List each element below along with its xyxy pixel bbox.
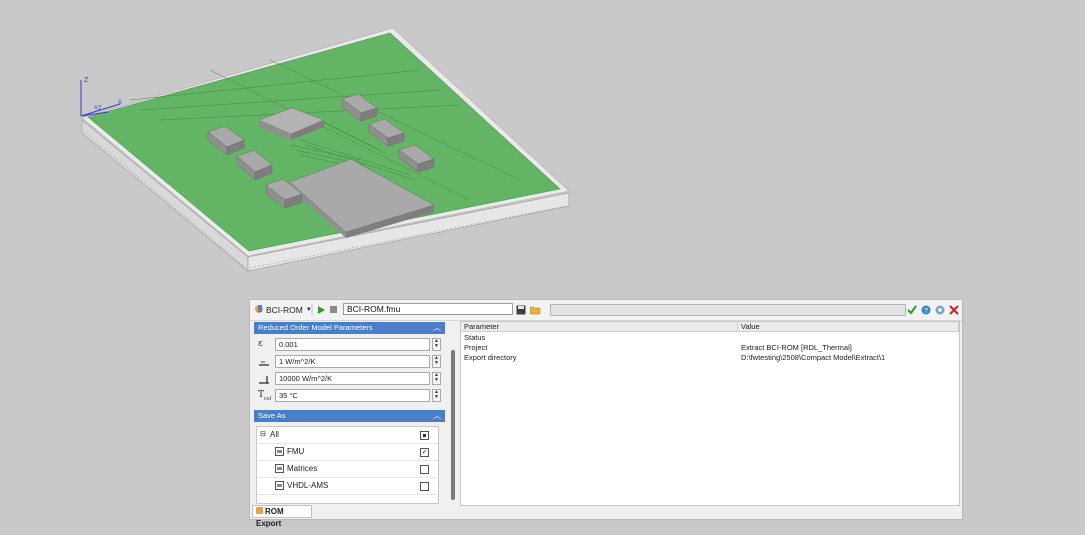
- htc-side-input[interactable]: 10000 W/m^2/K: [275, 372, 430, 385]
- column-header-value[interactable]: Value: [738, 322, 959, 332]
- table-cell-parameter: Export directory: [464, 353, 517, 362]
- toolbar-separator: [311, 303, 313, 317]
- htc-top-stepper[interactable]: ▲ ▼: [432, 355, 441, 368]
- tref-subscript: ref: [264, 395, 272, 402]
- file-icon: [275, 481, 284, 492]
- param-row-tref: Tref 35 °C ▲ ▼: [254, 389, 442, 403]
- tree-item-label: FMU: [287, 447, 305, 456]
- param-row-htc-side: 10000 W/m^2/K ▲ ▼: [254, 372, 442, 386]
- rom-template-dropdown[interactable]: BCI-ROM ▼: [254, 303, 312, 317]
- axis-x-label: X: [118, 100, 122, 106]
- tree-item-matrices[interactable]: Matrices: [257, 461, 438, 478]
- export-info-table: Parameter Value Status Project Extract B…: [460, 321, 960, 506]
- table-cell-parameter: Project: [464, 343, 488, 352]
- tree-item-fmu[interactable]: FMU ✓: [257, 444, 438, 461]
- rom-icon: [256, 507, 263, 514]
- parameters-pane: Reduced Order Model Parameters ︿ ε 0.001…: [254, 322, 455, 506]
- save-as-header[interactable]: Save As ︿: [254, 410, 445, 422]
- collapse-icon[interactable]: ︿: [433, 322, 441, 334]
- stop-icon[interactable]: [330, 303, 338, 317]
- rom-toolbar: BCI-ROM ▼ ?: [250, 300, 962, 321]
- tref-stepper[interactable]: ▲ ▼: [432, 389, 441, 402]
- epsilon-icon: ε: [258, 339, 263, 349]
- column-header-parameter[interactable]: Parameter: [461, 322, 738, 332]
- rom-parameters-title: Reduced Order Model Parameters: [258, 323, 373, 332]
- htc-top-input[interactable]: 1 W/m^2/K: [275, 355, 430, 368]
- tab-rom-export[interactable]: ROM Export: [252, 505, 312, 528]
- axis-z-label: Z: [84, 77, 89, 84]
- checkbox-all[interactable]: [420, 431, 429, 440]
- help-icon[interactable]: ?: [921, 303, 931, 317]
- table-cell-value: [738, 333, 959, 343]
- param-row-htc-top: 1 W/m^2/K ▲ ▼: [254, 355, 442, 369]
- tree-item-label: VHDL-AMS: [287, 481, 329, 490]
- folder-open-icon[interactable]: [530, 303, 541, 317]
- heat-transfer-top-icon: [258, 356, 272, 368]
- tree-item-label: All: [270, 430, 279, 439]
- table-cell-value: Extract BCI-ROM [RDL_Thermal]: [741, 343, 852, 352]
- param-row-epsilon: ε 0.001 ▲ ▼: [254, 338, 442, 352]
- checkbox-fmu[interactable]: ✓: [420, 448, 429, 457]
- tree-item-vhdl-ams[interactable]: VHDL-AMS: [257, 478, 438, 495]
- checkmark-icon[interactable]: [907, 303, 917, 317]
- fmu-file-name-input[interactable]: [343, 303, 513, 315]
- file-icon: [275, 464, 284, 475]
- collapse-toggle-icon[interactable]: ⊟: [260, 430, 266, 438]
- checkbox-vhdl-ams[interactable]: [420, 482, 429, 491]
- heat-transfer-side-icon: [258, 373, 272, 385]
- close-icon[interactable]: [949, 303, 959, 317]
- save-icon[interactable]: [516, 303, 526, 317]
- table-cell-value: D:\fwtesting\2508\Compact Model\Extract\…: [741, 353, 886, 362]
- checkbox-matrices[interactable]: [420, 465, 429, 474]
- file-icon: [275, 447, 284, 458]
- rom-template-label: BCI-ROM: [266, 305, 303, 315]
- collapse-icon[interactable]: ︿: [433, 410, 441, 422]
- model-canvas[interactable]: Z YZ X: [0, 0, 1085, 300]
- export-progress-bar: [550, 304, 906, 316]
- epsilon-stepper[interactable]: ▲ ▼: [432, 338, 441, 351]
- rom-icon: [254, 304, 264, 316]
- htc-side-stepper[interactable]: ▲ ▼: [432, 372, 441, 385]
- save-as-tree: ⊟ All FMU ✓ Matrices VHDL-AMS: [256, 426, 439, 504]
- tree-item-label: Matrices: [287, 464, 318, 473]
- settings-icon[interactable]: [935, 303, 945, 317]
- left-pane-scrollbar[interactable]: [451, 350, 455, 500]
- reference-temperature-icon: Tref: [258, 390, 272, 402]
- rom-export-panel: BCI-ROM ▼ ? Reduced O: [249, 299, 963, 528]
- rom-parameters-header[interactable]: Reduced Order Model Parameters ︿: [254, 322, 445, 334]
- tref-input[interactable]: 35 °C: [275, 389, 430, 402]
- axis-y-label: YZ: [94, 106, 102, 112]
- epsilon-input[interactable]: 0.001: [275, 338, 430, 351]
- tree-item-all[interactable]: ⊟ All: [257, 427, 438, 444]
- play-icon[interactable]: [317, 303, 326, 317]
- save-as-title: Save As: [258, 411, 286, 420]
- svg-text:?: ?: [924, 308, 928, 315]
- 3d-viewport[interactable]: Z YZ X: [0, 0, 1085, 300]
- table-cell-parameter: Status: [464, 333, 486, 342]
